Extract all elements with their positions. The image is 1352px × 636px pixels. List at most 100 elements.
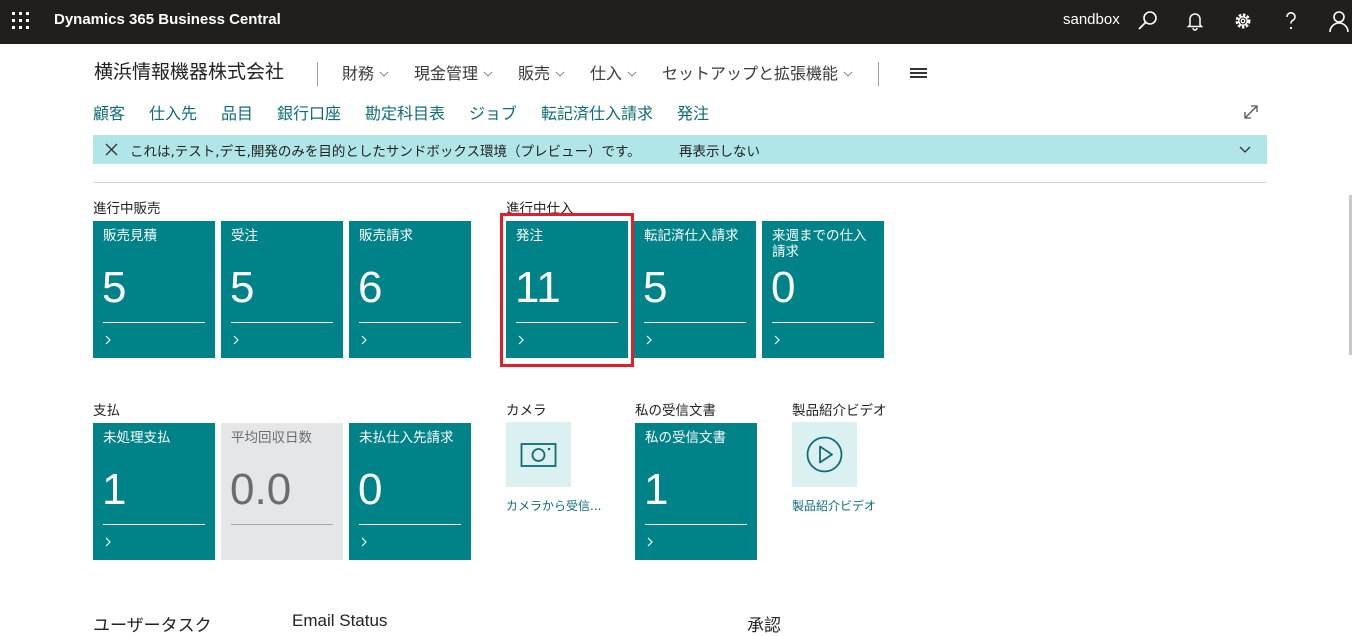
search-icon[interactable] <box>1136 9 1160 33</box>
nav-posted-purchase-invoices[interactable]: 転記済仕入請求 <box>541 100 653 124</box>
tile-divider <box>772 322 874 323</box>
tile-divider <box>103 524 205 525</box>
chevron-right-icon <box>105 335 111 345</box>
tile-value: 0 <box>358 465 383 514</box>
group-label-sales: 進行中販売 <box>93 201 161 217</box>
tile-outstanding-vendor-invoices[interactable]: 未払仕入先請求 0 <box>349 423 471 560</box>
expand-icon[interactable] <box>1242 103 1260 121</box>
tile-purchase-invoices-due-next-week[interactable]: 来週までの仕入請求 0 <box>762 221 884 358</box>
menu-cash-management[interactable]: 現金管理 <box>414 60 493 84</box>
group-label-video: 製品紹介ビデオ <box>792 403 887 419</box>
tile-average-collection-days[interactable]: 平均回収日数 0.0 <box>221 423 343 560</box>
video-caption[interactable]: 製品紹介ビデオ <box>792 497 876 514</box>
section-user-tasks: ユーザータスク <box>93 616 212 636</box>
hamburger-icon[interactable] <box>910 68 927 78</box>
divider <box>878 62 879 86</box>
tile-label: 転記済仕入請求 <box>644 228 739 244</box>
group-label-camera: カメラ <box>506 403 547 419</box>
help-icon[interactable] <box>1279 9 1303 33</box>
environment-name: sandbox <box>1063 11 1120 28</box>
chevron-right-icon <box>774 335 780 345</box>
tile-divider <box>231 322 333 323</box>
waffle-icon[interactable] <box>12 12 30 30</box>
tile-my-incoming-documents[interactable]: 私の受信文書 1 <box>635 423 757 560</box>
dont-show-again-link[interactable]: 再表示しない <box>679 140 760 160</box>
top-bar: Dynamics 365 Business Central sandbox <box>0 0 1352 44</box>
tile-label: 平均回収日数 <box>231 430 312 446</box>
company-name[interactable]: 横浜情報機器株式会社 <box>94 57 284 84</box>
chevron-right-icon <box>233 335 239 345</box>
chevron-down-icon <box>379 71 389 77</box>
chevron-down-icon[interactable] <box>1239 143 1251 155</box>
chevron-right-icon <box>646 335 652 345</box>
banner-text: これは,テスト,デモ,開発のみを目的としたサンドボックス環境（プレビュー）です。 <box>130 144 641 160</box>
tile-sales-quotes[interactable]: 販売見積 5 <box>93 221 215 358</box>
chevron-right-icon <box>647 537 653 547</box>
nav-customers[interactable]: 顧客 <box>93 100 125 124</box>
tile-divider <box>644 322 746 323</box>
tile-posted-purchase-invoices[interactable]: 転記済仕入請求 5 <box>634 221 756 358</box>
tile-label: 販売見積 <box>103 228 157 244</box>
group-label-payments: 支払 <box>93 403 120 419</box>
close-icon[interactable] <box>105 143 118 156</box>
chevron-down-icon <box>483 71 493 77</box>
nav-purchase-orders[interactable]: 発注 <box>677 100 709 124</box>
menu-finance[interactable]: 財務 <box>342 60 389 84</box>
menu-setup-extensions[interactable]: セットアップと拡張機能 <box>662 60 853 84</box>
tile-label: 私の受信文書 <box>645 430 726 446</box>
menu-sales[interactable]: 販売 <box>518 60 565 84</box>
bell-icon[interactable] <box>1183 9 1207 33</box>
nav-chart-of-accounts[interactable]: 勘定科目表 <box>365 100 445 124</box>
menu-label: 財務 <box>342 64 375 83</box>
tile-sales-orders[interactable]: 受注 5 <box>221 221 343 358</box>
group-label-inbox: 私の受信文書 <box>635 403 716 419</box>
tile-value: 1 <box>102 465 127 514</box>
tile-value: 0 <box>771 263 796 312</box>
tile-divider <box>359 322 461 323</box>
chevron-right-icon <box>361 335 367 345</box>
tile-label: 未処理支払 <box>103 430 171 446</box>
user-icon[interactable] <box>1327 9 1351 33</box>
tile-value: 5 <box>102 263 127 312</box>
video-tile[interactable] <box>792 422 857 487</box>
divider <box>93 182 1267 183</box>
tile-label: 未払仕入先請求 <box>359 430 454 446</box>
tile-label: 販売請求 <box>359 228 413 244</box>
tile-divider <box>103 322 205 323</box>
camera-caption[interactable]: カメラから受信... <box>506 497 601 514</box>
chevron-down-icon <box>843 71 853 77</box>
camera-tile[interactable] <box>506 422 571 487</box>
tile-divider <box>231 524 333 525</box>
menu-label: セットアップと拡張機能 <box>662 64 839 83</box>
nav-items[interactable]: 品目 <box>221 100 253 124</box>
tile-label: 来週までの仕入請求 <box>772 228 867 260</box>
tile-value: 6 <box>358 263 383 312</box>
nav-vendors[interactable]: 仕入先 <box>149 100 197 124</box>
highlight-box <box>500 213 634 367</box>
tile-divider <box>645 524 747 525</box>
tile-value: 5 <box>643 263 668 312</box>
play-icon <box>806 436 843 473</box>
menu-label: 仕入 <box>590 64 623 83</box>
tile-divider <box>359 524 461 525</box>
gear-icon[interactable] <box>1231 9 1255 33</box>
nav-jobs[interactable]: ジョブ <box>469 100 517 124</box>
tile-value: 5 <box>230 263 255 312</box>
tile-sales-invoices[interactable]: 販売請求 6 <box>349 221 471 358</box>
section-email-status: Email Status <box>292 611 388 630</box>
divider <box>317 62 318 86</box>
chevron-right-icon <box>105 537 111 547</box>
tile-label: 受注 <box>231 228 258 244</box>
section-approvals: 承認 <box>747 616 781 636</box>
chevron-down-icon <box>627 71 637 77</box>
menu-label: 現金管理 <box>414 64 479 83</box>
chevron-down-icon <box>555 71 565 77</box>
camera-icon <box>520 443 557 467</box>
app-title[interactable]: Dynamics 365 Business Central <box>54 11 281 28</box>
tile-value: 0.0 <box>230 465 292 514</box>
nav-bank-accounts[interactable]: 銀行口座 <box>277 100 341 124</box>
tile-unprocessed-payments[interactable]: 未処理支払 1 <box>93 423 215 560</box>
chevron-right-icon <box>361 537 367 547</box>
menu-purchase[interactable]: 仕入 <box>590 60 637 84</box>
sandbox-banner: これは,テスト,デモ,開発のみを目的としたサンドボックス環境（プレビュー）です。… <box>93 135 1267 164</box>
